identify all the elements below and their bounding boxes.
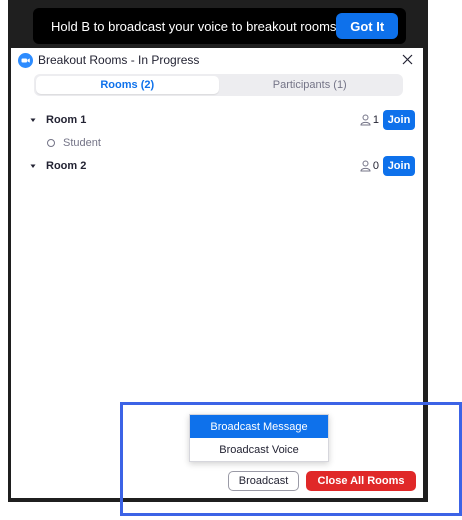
broadcast-tip-banner: Hold B to broadcast your voice to breako… (33, 8, 406, 44)
room-row-2[interactable]: Room 2 0 Join (11, 153, 423, 178)
close-all-rooms-button[interactable]: Close All Rooms (306, 471, 416, 491)
broadcast-menu: Broadcast Message Broadcast Voice (189, 414, 329, 462)
room-name: Room 1 (46, 113, 87, 126)
broadcast-voice-item[interactable]: Broadcast Voice (190, 438, 328, 461)
close-icon[interactable] (399, 51, 415, 67)
person-icon (360, 160, 371, 172)
participant-count: 0 (372, 160, 379, 172)
room-actions: 1 Join (360, 110, 415, 130)
panel-title: Breakout Rooms - In Progress (38, 53, 200, 67)
broadcast-message-item[interactable]: Broadcast Message (190, 415, 328, 438)
tab-participants[interactable]: Participants (1) (219, 76, 402, 94)
caret-down-icon[interactable] (29, 162, 37, 170)
person-icon (360, 114, 371, 126)
panel-titlebar: Breakout Rooms - In Progress (11, 48, 423, 72)
banner-text: Hold B to broadcast your voice to breako… (51, 18, 337, 34)
join-room-2-button[interactable]: Join (383, 156, 415, 176)
caret-down-icon[interactable] (29, 116, 37, 124)
broadcast-button[interactable]: Broadcast (228, 471, 299, 491)
room-actions: 0 Join (360, 156, 415, 176)
room-list: Room 1 1 Join Student Room 2 0 Join (11, 107, 423, 178)
participant-name: Student (63, 136, 101, 149)
zoom-logo-icon (18, 52, 33, 68)
room-row-1[interactable]: Room 1 1 Join (11, 107, 423, 132)
status-circle-icon (47, 138, 55, 147)
got-it-button[interactable]: Got It (336, 13, 398, 39)
participant-item: Student (11, 132, 423, 153)
participant-count: 1 (372, 114, 379, 126)
tab-rooms[interactable]: Rooms (2) (36, 76, 219, 94)
join-room-1-button[interactable]: Join (383, 110, 415, 130)
room-name: Room 2 (46, 159, 87, 172)
screen: Hold B to broadcast your voice to breako… (0, 0, 462, 520)
panel-tabs: Rooms (2) Participants (1) (34, 74, 403, 96)
